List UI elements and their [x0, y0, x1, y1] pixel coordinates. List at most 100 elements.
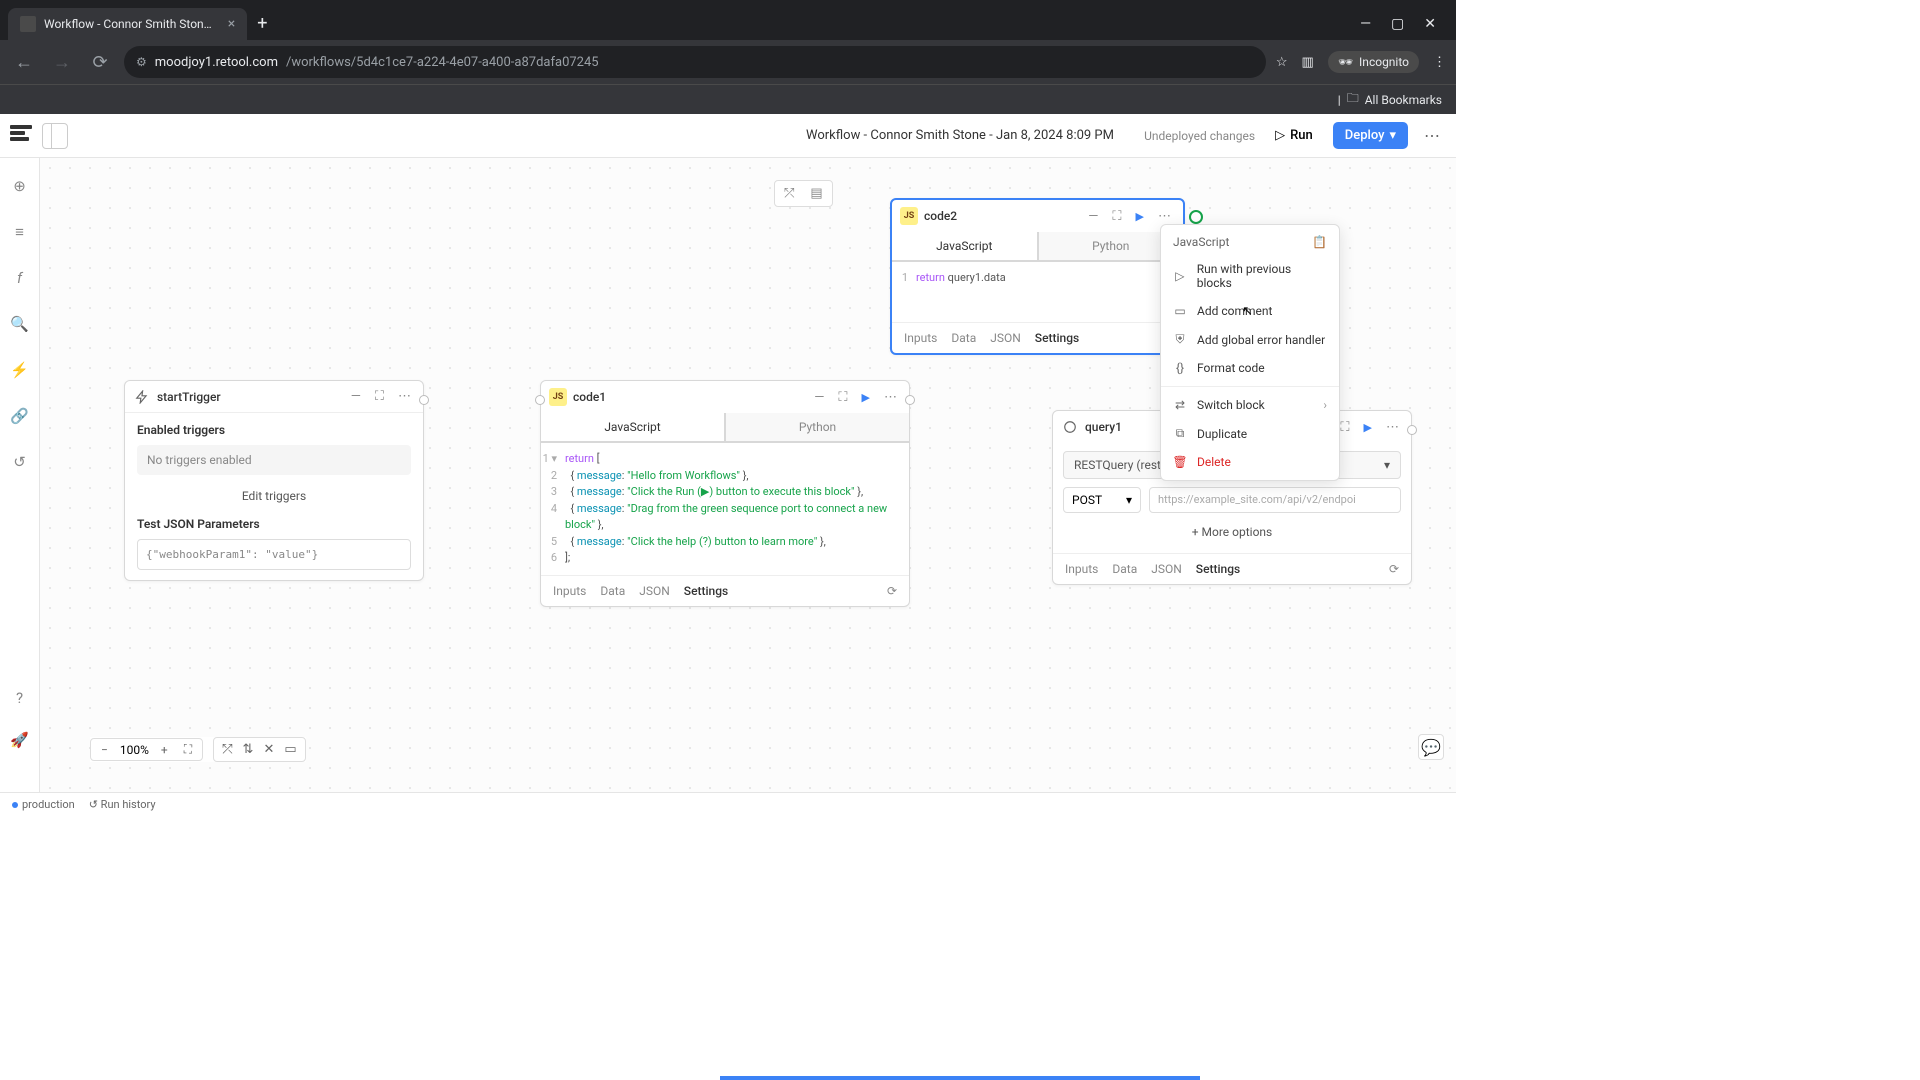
- browser-tab[interactable]: Workflow - Connor Smith Ston… ×: [8, 8, 247, 40]
- url-input[interactable]: https://example_site.com/api/v2/endpoi: [1149, 487, 1401, 513]
- arrows-icon[interactable]: ⇅: [243, 742, 254, 757]
- input-port[interactable]: [535, 395, 545, 405]
- url-bar[interactable]: ⚙ moodjoy1.retool.com/workflows/5d4c1ce7…: [124, 46, 1266, 78]
- tab-settings[interactable]: Settings: [1196, 562, 1240, 576]
- menu-duplicate[interactable]: ⧉ Duplicate: [1161, 419, 1339, 448]
- app-logo-icon[interactable]: [10, 125, 32, 147]
- zoom-in-icon[interactable]: +: [157, 743, 172, 757]
- sequence-port[interactable]: [1189, 210, 1203, 224]
- all-bookmarks-link[interactable]: All Bookmarks: [1365, 93, 1442, 107]
- output-port[interactable]: [1407, 425, 1417, 435]
- browser-menu-icon[interactable]: ⋮: [1433, 55, 1446, 70]
- more-options-link[interactable]: + More options: [1063, 521, 1401, 543]
- minimap-icon[interactable]: ▭: [284, 742, 296, 757]
- tab-close-icon[interactable]: ×: [228, 16, 235, 32]
- window-controls: — ▢ ✕: [1360, 16, 1448, 40]
- maximize-icon[interactable]: ▢: [1391, 16, 1404, 32]
- expand-icon[interactable]: ⛶: [834, 388, 851, 407]
- back-icon[interactable]: ←: [10, 48, 38, 76]
- menu-format-code[interactable]: {} Format code: [1161, 354, 1339, 382]
- run-history-link[interactable]: ↺ Run history: [89, 798, 156, 811]
- method-select[interactable]: POST ▾: [1063, 487, 1141, 513]
- flow-view-icon[interactable]: ⤱: [778, 184, 800, 203]
- menu-switch-block[interactable]: ⇄ Switch block ›: [1161, 391, 1339, 419]
- help-icon[interactable]: ?: [8, 686, 32, 710]
- code-editor[interactable]: 1return query1.data: [892, 262, 1183, 322]
- incognito-badge[interactable]: 🕶 Incognito: [1328, 51, 1419, 73]
- canvas-tools: ⤱ ⇅ ✕ ▭: [213, 737, 306, 762]
- chat-icon[interactable]: 💬: [1418, 734, 1444, 760]
- block-more-icon[interactable]: ⋯: [1382, 418, 1403, 437]
- menu-add-error-handler[interactable]: ⛨ Add global error handler: [1161, 325, 1339, 354]
- tab-python[interactable]: Python: [725, 413, 909, 442]
- tab-json[interactable]: JSON: [639, 584, 670, 598]
- grid-view-icon[interactable]: ▤: [804, 184, 828, 203]
- tab-javascript[interactable]: JavaScript: [541, 413, 725, 442]
- start-trigger-block[interactable]: startTrigger — ⛶ ⋯ Enabled triggers No t…: [124, 380, 424, 581]
- block-more-icon[interactable]: ⋯: [880, 388, 901, 407]
- reload-icon[interactable]: ⟳: [86, 48, 114, 76]
- code1-block[interactable]: JS code1 — ⛶ ▶ ⋯ JavaScript Python 1 ▾re…: [540, 380, 910, 607]
- refresh-icon[interactable]: ⟳: [1389, 562, 1399, 576]
- env-indicator[interactable]: production: [12, 798, 75, 811]
- tab-data[interactable]: Data: [600, 584, 625, 598]
- tab-json[interactable]: JSON: [1151, 562, 1182, 576]
- expand-icon[interactable]: ⛶: [1108, 207, 1125, 226]
- run-block-icon[interactable]: ▶: [1132, 208, 1148, 225]
- fit-screen-icon[interactable]: ⛶: [180, 742, 196, 757]
- bookmark-star-icon[interactable]: ☆: [1276, 55, 1288, 70]
- run-block-icon[interactable]: ▶: [1360, 419, 1376, 436]
- tab-data[interactable]: Data: [951, 331, 976, 345]
- menu-delete[interactable]: 🗑 Delete: [1161, 448, 1339, 476]
- deploy-button[interactable]: Deploy ▾: [1333, 122, 1408, 149]
- code-editor[interactable]: 1 ▾return [ 2 { message: "Hello from Wor…: [541, 443, 909, 575]
- rocket-icon[interactable]: 🚀: [8, 728, 32, 752]
- collapse-icon[interactable]: —: [1084, 207, 1102, 226]
- block-title: startTrigger: [157, 390, 221, 404]
- search-icon[interactable]: 🔍: [8, 312, 32, 336]
- run-block-icon[interactable]: ▶: [858, 389, 874, 406]
- refresh-icon[interactable]: ⟳: [887, 584, 897, 598]
- run-button[interactable]: ▷ Run: [1265, 123, 1323, 148]
- minimize-icon[interactable]: —: [1360, 16, 1371, 32]
- tab-settings[interactable]: Settings: [1035, 331, 1079, 345]
- shield-icon: ⛨: [1173, 332, 1187, 347]
- panel-icon[interactable]: ▥: [1302, 55, 1314, 70]
- clipboard-icon[interactable]: 📋: [1312, 235, 1327, 249]
- tab-settings[interactable]: Settings: [684, 584, 728, 598]
- panel-toggle-icon[interactable]: [42, 123, 68, 149]
- site-settings-icon[interactable]: ⚙: [136, 55, 147, 69]
- close-window-icon[interactable]: ✕: [1424, 16, 1436, 32]
- layout-icon[interactable]: ⤱: [222, 742, 232, 757]
- link-icon[interactable]: 🔗: [8, 404, 32, 428]
- output-port[interactable]: [419, 395, 429, 405]
- expand-icon[interactable]: ⛶: [371, 387, 388, 406]
- code2-block[interactable]: JS code2 — ⛶ ▶ ⋯ JavaScript Python 1retu…: [890, 198, 1185, 355]
- tab-inputs[interactable]: Inputs: [904, 331, 937, 345]
- output-port[interactable]: [905, 395, 915, 405]
- history-icon[interactable]: ↺: [8, 450, 32, 474]
- forward-icon[interactable]: →: [48, 48, 76, 76]
- list-icon[interactable]: ≡: [8, 220, 32, 244]
- edit-triggers-link[interactable]: Edit triggers: [137, 483, 411, 517]
- menu-run-previous[interactable]: ▷ Run with previous blocks: [1161, 255, 1339, 297]
- add-block-icon[interactable]: ⊕: [8, 174, 32, 198]
- test-params-input[interactable]: {"webhookParam1": "value"}: [137, 539, 411, 570]
- tab-javascript[interactable]: JavaScript: [892, 232, 1038, 261]
- new-tab-button[interactable]: +: [247, 7, 277, 40]
- block-more-icon[interactable]: ⋯: [394, 387, 415, 406]
- workflow-canvas[interactable]: ⤱ ▤ startTrigger — ⛶ ⋯ Enabled triggers …: [40, 158, 1456, 792]
- tab-inputs[interactable]: Inputs: [553, 584, 586, 598]
- collapse-icon[interactable]: —: [347, 387, 365, 406]
- tab-data[interactable]: Data: [1112, 562, 1137, 576]
- block-more-icon[interactable]: ⋯: [1154, 207, 1175, 226]
- header-more-icon[interactable]: ⋯: [1418, 122, 1446, 149]
- tab-json[interactable]: JSON: [990, 331, 1021, 345]
- zoom-out-icon[interactable]: −: [97, 743, 112, 757]
- function-icon[interactable]: f: [8, 266, 32, 290]
- tab-inputs[interactable]: Inputs: [1065, 562, 1098, 576]
- collapse-icon[interactable]: —: [810, 388, 828, 407]
- bolt-icon[interactable]: ⚡: [8, 358, 32, 382]
- method-label: POST: [1072, 493, 1102, 507]
- close-tool-icon[interactable]: ✕: [263, 742, 274, 757]
